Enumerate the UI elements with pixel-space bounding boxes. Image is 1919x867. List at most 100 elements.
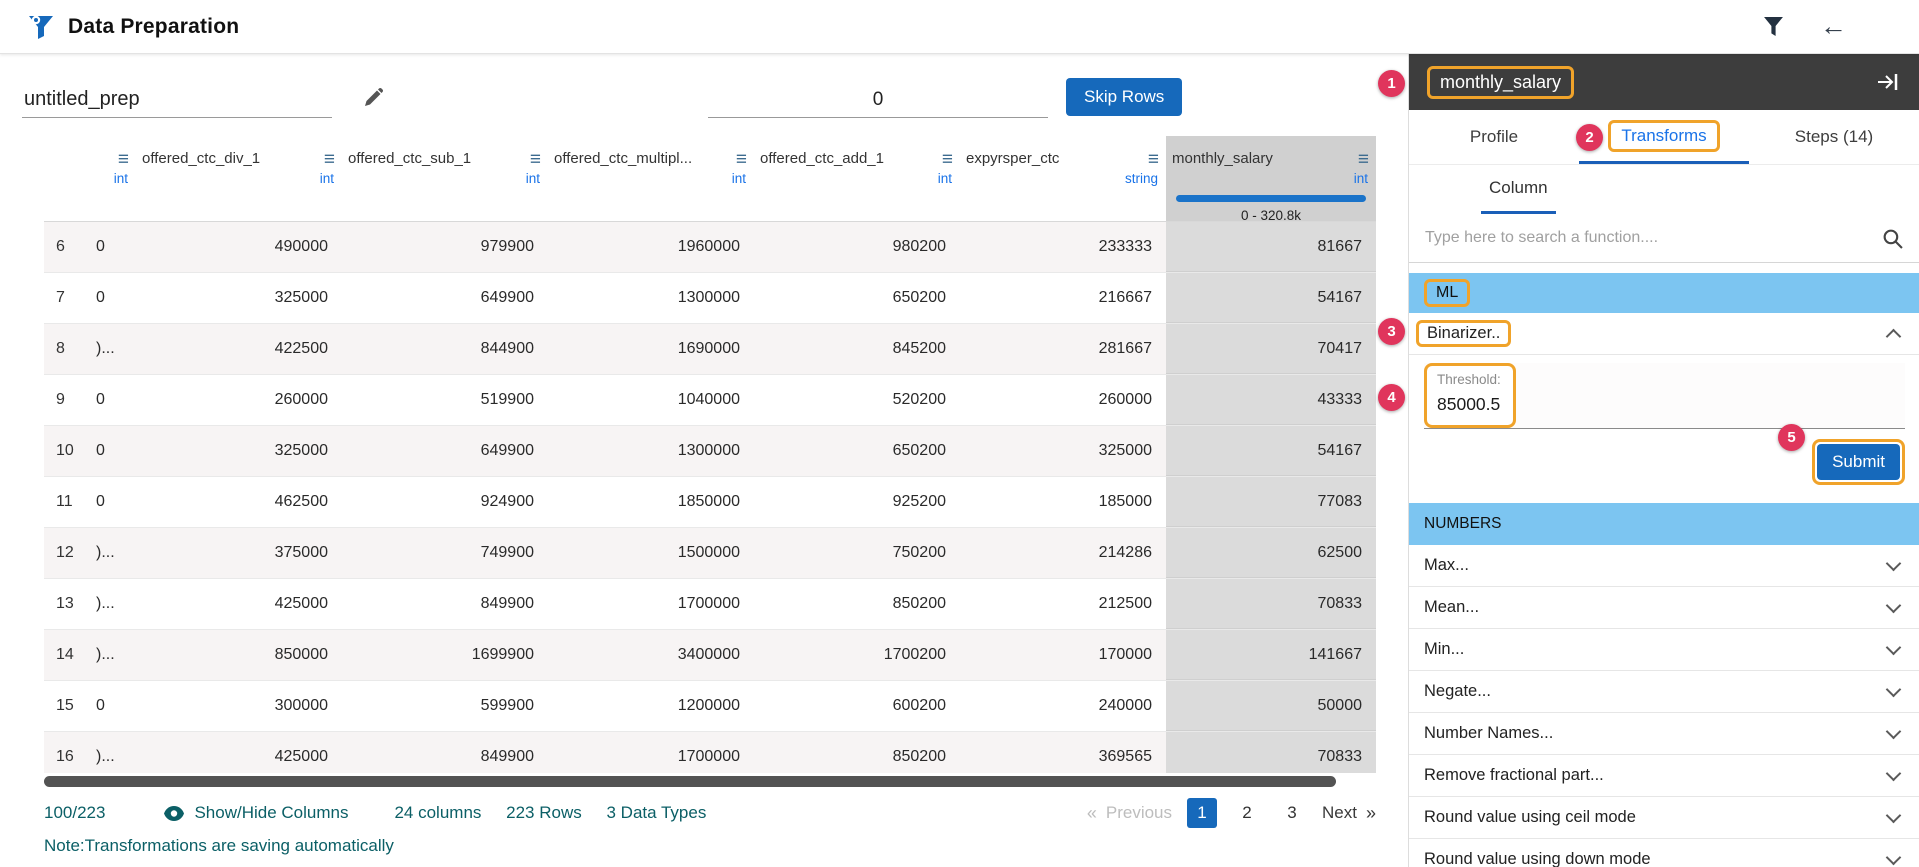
back-arrow-icon[interactable]: ← <box>1820 13 1847 40</box>
table-cell: 849900 <box>342 748 548 766</box>
function-item-label: Round value using down mode <box>1424 850 1651 867</box>
filter-icon[interactable] <box>1763 16 1784 37</box>
table-row[interactable]: 10 0 325000 649900 1300000 650200 325000… <box>44 426 1376 477</box>
table-cell-monthly-salary: 54167 <box>1166 273 1376 323</box>
tab-transforms[interactable]: Transforms <box>1579 110 1749 164</box>
horizontal-scrollbar[interactable] <box>44 776 1376 788</box>
table-row[interactable]: 6 0 490000 979900 1960000 980200 233333 … <box>44 222 1376 273</box>
row-index: 13 <box>44 595 92 613</box>
column-header-offered-ctc-multipl[interactable]: offered_ctc_multipl... ≡ int <box>548 136 754 221</box>
function-item[interactable]: Round value using ceil mode <box>1409 797 1919 839</box>
column-menu-icon[interactable]: ≡ <box>1148 150 1159 169</box>
scrollbar-thumb[interactable] <box>44 776 1336 787</box>
previous-label: Previous <box>1106 803 1172 823</box>
prep-name-input[interactable] <box>22 82 332 118</box>
value-range-bar <box>1176 195 1366 202</box>
submit-button[interactable]: Submit <box>1817 444 1900 480</box>
column-menu-icon[interactable]: ≡ <box>530 150 541 169</box>
column-name: offered_ctc_div_1 <box>142 150 260 167</box>
table-cell: 600200 <box>754 697 960 715</box>
search-icon[interactable] <box>1882 228 1903 249</box>
column-type: int <box>136 171 342 186</box>
column-header-truncated[interactable]: ≡ int <box>92 136 136 221</box>
table-cell: 375000 <box>136 544 342 562</box>
table-cell: 650200 <box>754 289 960 307</box>
column-menu-icon[interactable]: ≡ <box>324 150 335 169</box>
function-item[interactable]: Remove fractional part... <box>1409 755 1919 797</box>
function-search-input[interactable] <box>1425 229 1882 247</box>
column-menu-icon[interactable]: ≡ <box>942 150 953 169</box>
header-row-index <box>44 136 92 221</box>
section-ml: ML <box>1409 273 1919 313</box>
table-row[interactable]: 7 0 325000 649900 1300000 650200 216667 … <box>44 273 1376 324</box>
column-header-monthly-salary[interactable]: monthly_salary ≡ int 0 - 320.8k <box>1166 136 1376 221</box>
binarizer-panel: Threshold: 85000.5 <box>1424 363 1905 429</box>
table-cell: 1040000 <box>548 391 754 409</box>
pagination-page-2[interactable]: 2 <box>1232 798 1262 828</box>
table-summary: 24 columns 223 Rows 3 Data Types <box>394 803 726 823</box>
pagination-next[interactable]: Next » <box>1322 803 1376 824</box>
table-cell: )... <box>92 544 136 562</box>
show-hide-columns-button[interactable]: Show/Hide Columns <box>163 803 348 823</box>
row-index: 10 <box>44 442 92 460</box>
table-cell: 260000 <box>136 391 342 409</box>
pagination-previous[interactable]: « Previous <box>1087 803 1172 824</box>
pagination-page-3[interactable]: 3 <box>1277 798 1307 828</box>
tab-profile[interactable]: Profile <box>1409 110 1579 164</box>
column-header-offered-ctc-add-1[interactable]: offered_ctc_add_1 ≡ int <box>754 136 960 221</box>
column-menu-icon[interactable]: ≡ <box>118 150 129 169</box>
table-cell: 0 <box>92 391 136 409</box>
table-row[interactable]: 16 )... 425000 849900 1700000 850200 369… <box>44 732 1376 773</box>
table-cell: 1500000 <box>548 544 754 562</box>
table-cell-monthly-salary: 70833 <box>1166 579 1376 629</box>
table-cell: 0 <box>92 697 136 715</box>
table-cell: 1960000 <box>548 238 754 256</box>
tab-steps[interactable]: Steps (14) <box>1749 110 1919 164</box>
column-menu-icon[interactable]: ≡ <box>736 150 747 169</box>
table-cell: 1700000 <box>548 748 754 766</box>
table-cell: 462500 <box>136 493 342 511</box>
table-row[interactable]: 11 0 462500 924900 1850000 925200 185000… <box>44 477 1376 528</box>
function-binarizer[interactable]: Binarizer.. <box>1409 313 1919 355</box>
function-item[interactable]: Mean... <box>1409 587 1919 629</box>
table-row[interactable]: 13 )... 425000 849900 1700000 850200 212… <box>44 579 1376 630</box>
skip-rows-button[interactable]: Skip Rows <box>1066 78 1182 116</box>
edit-pencil-icon[interactable] <box>362 87 384 114</box>
annotation-marker-4: 4 <box>1378 384 1405 411</box>
table-row[interactable]: 8 )... 422500 844900 1690000 845200 2816… <box>44 324 1376 375</box>
table-cell: 1700200 <box>754 646 960 664</box>
annotation-marker-2: 2 <box>1576 124 1603 151</box>
function-item-label: Round value using ceil mode <box>1424 808 1636 827</box>
table-row[interactable]: 15 0 300000 599900 1200000 600200 240000… <box>44 681 1376 732</box>
table-row[interactable]: 14 )... 850000 1699900 3400000 1700200 1… <box>44 630 1376 681</box>
function-item[interactable]: Max... <box>1409 545 1919 587</box>
function-item[interactable]: Negate... <box>1409 671 1919 713</box>
chevron-down-icon <box>1886 555 1902 571</box>
column-header-offered-ctc-div-1[interactable]: offered_ctc_div_1 ≡ int <box>136 136 342 221</box>
table-row[interactable]: 9 0 260000 519900 1040000 520200 260000 … <box>44 375 1376 426</box>
function-item[interactable]: Number Names... <box>1409 713 1919 755</box>
table-cell: 0 <box>92 289 136 307</box>
autosave-note: Note:Transformations are saving automati… <box>44 836 1408 856</box>
column-header-offered-ctc-sub-1[interactable]: offered_ctc_sub_1 ≡ int <box>342 136 548 221</box>
column-menu-icon[interactable]: ≡ <box>1358 150 1369 169</box>
column-header-expyrsper-ctc[interactable]: expyrsper_ctc ≡ string <box>960 136 1166 221</box>
submit-highlight: Submit <box>1812 439 1905 485</box>
chevron-down-icon <box>1886 765 1902 781</box>
table-cell-monthly-salary: 141667 <box>1166 630 1376 680</box>
table-cell: )... <box>92 595 136 613</box>
threshold-value[interactable]: 85000.5 <box>1437 394 1501 415</box>
function-item[interactable]: Min... <box>1409 629 1919 671</box>
subtab-column[interactable]: Column <box>1481 165 1556 214</box>
function-item[interactable]: Round value using down mode <box>1409 839 1919 867</box>
table-cell: )... <box>92 748 136 766</box>
table-cell-monthly-salary: 81667 <box>1166 222 1376 272</box>
table-cell: 599900 <box>342 697 548 715</box>
threshold-field[interactable]: Threshold: 85000.5 <box>1424 363 1516 428</box>
chevron-down-icon <box>1886 639 1902 655</box>
table-row[interactable]: 12 )... 375000 749900 1500000 750200 214… <box>44 528 1376 579</box>
pagination-page-1[interactable]: 1 <box>1187 798 1217 828</box>
function-item-label: Remove fractional part... <box>1424 766 1604 785</box>
skip-rows-input[interactable] <box>708 83 1048 118</box>
collapse-panel-icon[interactable] <box>1875 72 1901 92</box>
